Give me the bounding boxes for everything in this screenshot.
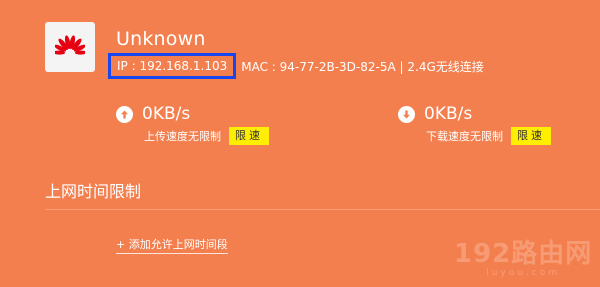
download-speed-value: 0KB/s xyxy=(424,104,473,124)
upload-speed-value: 0KB/s xyxy=(142,104,191,124)
section-divider xyxy=(45,209,600,210)
site-watermark: 192路由网 luyou.com xyxy=(454,233,592,278)
device-name: Unknown xyxy=(116,28,206,50)
upload-speed-label: 上传速度无限制 xyxy=(144,130,221,143)
time-limit-title: 上网时间限制 xyxy=(45,182,142,201)
download-limit-button[interactable]: 限速 xyxy=(511,127,551,145)
download-arrow-icon xyxy=(398,105,415,123)
add-time-period-link[interactable]: + 添加允许上网时间段 xyxy=(116,236,228,254)
upload-limit-button[interactable]: 限速 xyxy=(229,127,269,145)
watermark-main: 192路由网 xyxy=(454,239,593,269)
huawei-logo-icon xyxy=(55,35,85,55)
upload-arrow-icon xyxy=(116,105,133,123)
ip-address: IP : 192.168.1.103 xyxy=(108,53,237,79)
download-speed-label: 下载速度无限制 xyxy=(426,130,503,143)
device-logo xyxy=(45,22,95,72)
device-info: IP : 192.168.1.103 MAC : 94-77-2B-3D-82-… xyxy=(108,53,484,79)
mac-connection-info: MAC : 94-77-2B-3D-82-5A | 2.4G无线连接 xyxy=(241,59,484,74)
upload-speed-block: 0KB/s 上传速度无限制 限速 xyxy=(116,104,269,145)
download-speed-block: 0KB/s 下载速度无限制 限速 xyxy=(398,104,551,145)
